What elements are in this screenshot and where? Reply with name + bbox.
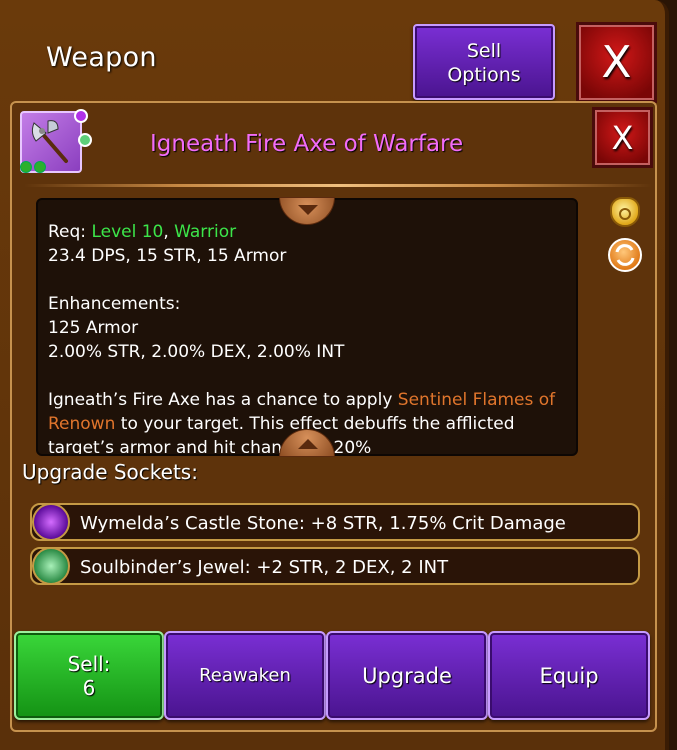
- upgrade-label: Upgrade: [362, 663, 452, 688]
- sell-value: 6: [82, 675, 96, 700]
- purple-gem-icon: [32, 503, 70, 541]
- req-prefix: Req:: [48, 222, 92, 242]
- socket-row[interactable]: Soulbinder’s Jewel: +2 STR, 2 DEX, 2 INT: [30, 547, 640, 585]
- close-window-button[interactable]: X: [576, 22, 657, 103]
- reawaken-button[interactable]: Reawaken: [164, 631, 326, 720]
- equip-button[interactable]: Equip: [488, 631, 650, 720]
- socket-dot-1-icon: [20, 161, 32, 173]
- lore-part-1: Igneath’s Fire Axe has a chance to apply: [48, 390, 398, 410]
- upgrade-sockets-title: Upgrade Sockets:: [22, 460, 198, 484]
- sell-button[interactable]: Sell: 6: [14, 631, 164, 720]
- arrow-up-icon: [298, 439, 318, 449]
- battle-axe-icon: [20, 109, 92, 173]
- socket-gem-purple-icon: [74, 109, 88, 123]
- window-title: Weapon: [46, 42, 157, 73]
- socket-gem-green-icon: [78, 133, 92, 147]
- item-name: Igneath Fire Axe of Warfare: [150, 131, 464, 157]
- item-description: Req: Level 10, Warrior 23.4 DPS, 15 STR,…: [48, 220, 568, 454]
- coin-bag-icon[interactable]: [610, 197, 640, 227]
- socket-label: Wymelda’s Castle Stone: +8 STR, 1.75% Cr…: [80, 513, 566, 534]
- sell-options-button[interactable]: Sell Options: [413, 24, 555, 100]
- req-class: Warrior: [174, 222, 237, 242]
- enhancement-line-2: 2.00% STR, 2.00% DEX, 2.00% INT: [48, 342, 345, 362]
- upgrade-button[interactable]: Upgrade: [326, 631, 488, 720]
- item-description-box[interactable]: Req: Level 10, Warrior 23.4 DPS, 15 STR,…: [36, 198, 578, 456]
- socket-label: Soulbinder’s Jewel: +2 STR, 2 DEX, 2 INT: [80, 557, 449, 578]
- close-icon: X: [601, 37, 632, 88]
- swap-arrows-icon[interactable]: [608, 238, 642, 272]
- arrow-down-icon: [298, 205, 318, 215]
- sell-label: Sell:: [67, 651, 111, 676]
- stats-line: 23.4 DPS, 15 STR, 15 Armor: [48, 246, 287, 266]
- divider: [24, 184, 652, 187]
- green-gem-icon: [32, 547, 70, 585]
- equip-label: Equip: [539, 663, 599, 688]
- socket-dot-2-icon: [34, 161, 46, 173]
- req-separator: ,: [163, 222, 175, 242]
- socket-row[interactable]: Wymelda’s Castle Stone: +8 STR, 1.75% Cr…: [30, 503, 640, 541]
- enhancements-title: Enhancements:: [48, 294, 181, 314]
- sell-options-label-line1: Sell: [466, 40, 502, 62]
- sell-options-label-line2: Options: [447, 64, 521, 86]
- req-level: Level 10: [91, 222, 164, 242]
- close-item-button[interactable]: X: [592, 107, 653, 168]
- close-icon: X: [611, 119, 634, 157]
- reawaken-label: Reawaken: [199, 665, 291, 686]
- enhancement-line-1: 125 Armor: [48, 318, 139, 338]
